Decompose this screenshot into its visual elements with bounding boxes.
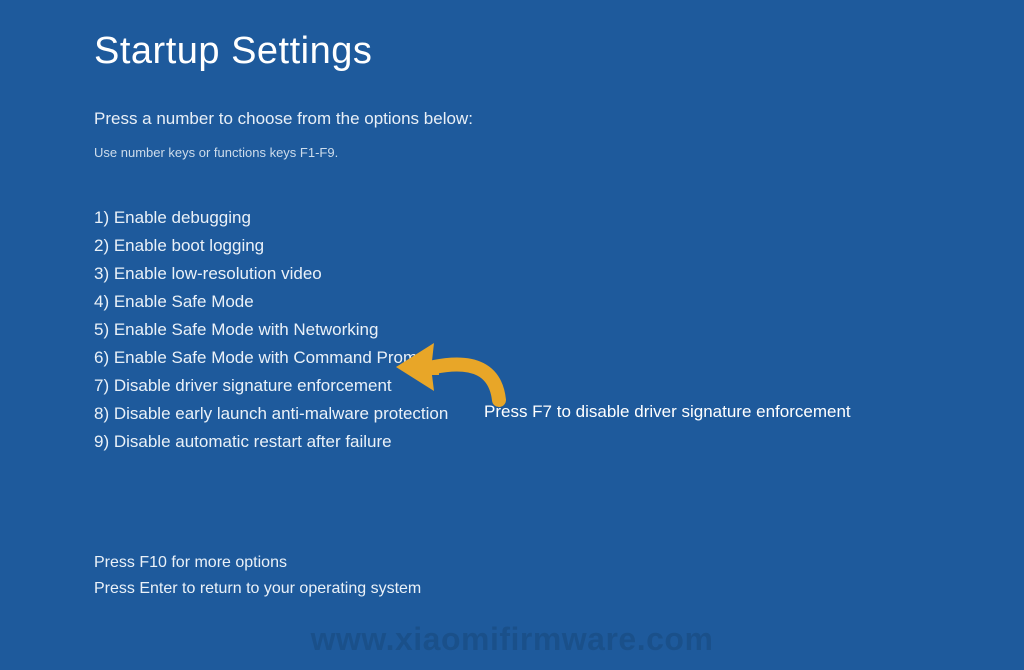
more-options-text: Press F10 for more options bbox=[94, 550, 1024, 576]
annotation-label: Press F7 to disable driver signature enf… bbox=[484, 402, 851, 422]
option-2[interactable]: 2) Enable boot logging bbox=[94, 232, 1024, 260]
option-9[interactable]: 9) Disable automatic restart after failu… bbox=[94, 428, 1024, 456]
option-1[interactable]: 1) Enable debugging bbox=[94, 204, 1024, 232]
return-text: Press Enter to return to your operating … bbox=[94, 576, 1024, 602]
sub-instruction-text: Use number keys or functions keys F1-F9. bbox=[94, 145, 1024, 160]
instruction-text: Press a number to choose from the option… bbox=[94, 109, 1024, 129]
footer-instructions: Press F10 for more options Press Enter t… bbox=[94, 550, 1024, 602]
option-5[interactable]: 5) Enable Safe Mode with Networking bbox=[94, 316, 1024, 344]
option-6[interactable]: 6) Enable Safe Mode with Command Prompt bbox=[94, 344, 1024, 372]
option-3[interactable]: 3) Enable low-resolution video bbox=[94, 260, 1024, 288]
page-title: Startup Settings bbox=[94, 30, 1024, 73]
option-7[interactable]: 7) Disable driver signature enforcement bbox=[94, 372, 1024, 400]
option-4[interactable]: 4) Enable Safe Mode bbox=[94, 288, 1024, 316]
watermark-text: www.xiaomifirmware.com bbox=[311, 621, 714, 658]
